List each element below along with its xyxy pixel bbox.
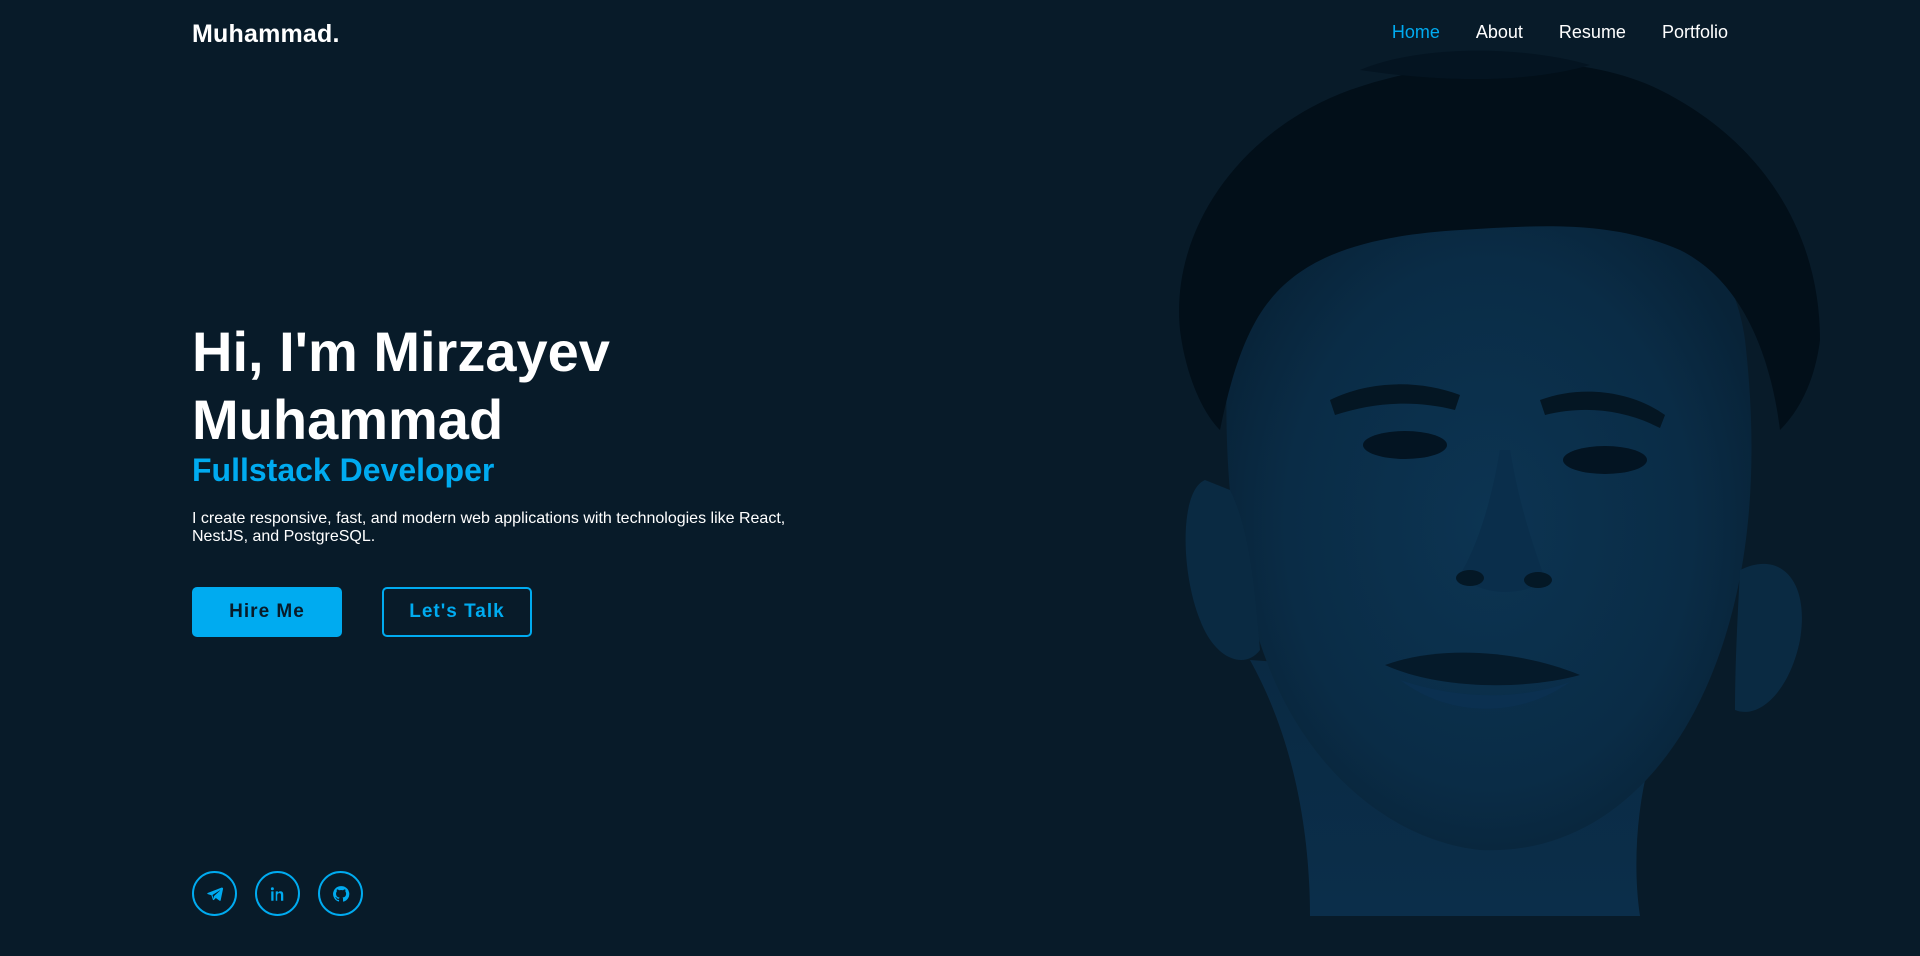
- nav-about[interactable]: About: [1476, 22, 1523, 43]
- page: Muhammad. Home About Resume Portfolio Hi…: [0, 0, 1920, 956]
- logo[interactable]: Muhammad.: [192, 20, 340, 49]
- hire-me-button[interactable]: Hire Me: [192, 587, 342, 637]
- nav-resume[interactable]: Resume: [1559, 22, 1626, 43]
- hero-description: I create responsive, fast, and modern we…: [192, 510, 786, 545]
- github-icon: [332, 885, 349, 902]
- linkedin-link[interactable]: [255, 871, 300, 916]
- linkedin-icon: [270, 886, 283, 901]
- hero-role: Fullstack Developer: [192, 452, 495, 488]
- main-nav: Home About Resume Portfolio: [1392, 22, 1728, 43]
- telegram-link[interactable]: [192, 871, 237, 916]
- github-link[interactable]: [318, 871, 363, 916]
- telegram-icon: [206, 886, 223, 901]
- portrait-image: [1179, 50, 1820, 916]
- social-links: [192, 871, 363, 916]
- site-header: Muhammad. Home About Resume Portfolio: [0, 0, 1920, 68]
- nav-portfolio[interactable]: Portfolio: [1662, 22, 1728, 43]
- lets-talk-button[interactable]: Let's Talk: [382, 587, 532, 637]
- hero-title: Hi, I'm Mirzayev Muhammad: [192, 320, 610, 451]
- nav-home[interactable]: Home: [1392, 22, 1440, 43]
